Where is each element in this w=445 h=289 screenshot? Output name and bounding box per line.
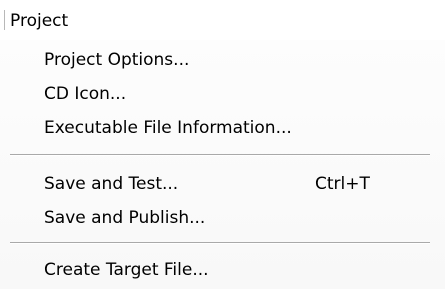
menu-item-project-options[interactable]: Project Options... (0, 44, 400, 76)
dropdown-panel: Project Options... CD Icon... Executable… (0, 40, 445, 289)
menu-item-save-and-test[interactable]: Save and Test... Ctrl+T (0, 168, 400, 200)
menu-item-executable-file-information[interactable]: Executable File Information... (0, 112, 400, 144)
menu-item-label: CD Icon... (44, 84, 127, 104)
menu-item-label: Create Target File... (44, 260, 209, 280)
menu-item-save-and-publish[interactable]: Save and Publish... (0, 202, 400, 234)
menu-item-label: Project Options... (44, 50, 190, 70)
menu-item-label: Save and Publish... (44, 208, 206, 228)
menu-item-label: Executable File Information... (44, 118, 292, 138)
menu-separator (10, 242, 430, 244)
menu-title-label: Project (10, 11, 69, 31)
menu-item-cd-icon[interactable]: CD Icon... (0, 78, 400, 110)
menu-item-label: Save and Test... (44, 174, 179, 194)
menu-title-project[interactable]: Project (4, 8, 69, 34)
menu-item-create-target-file[interactable]: Create Target File... (0, 254, 400, 286)
project-menu: Project Project Options... CD Icon... Ex… (0, 0, 445, 289)
menu-item-shortcut: Ctrl+T (315, 174, 370, 194)
menu-separator (10, 154, 430, 156)
menubar-edge-divider (4, 10, 5, 30)
